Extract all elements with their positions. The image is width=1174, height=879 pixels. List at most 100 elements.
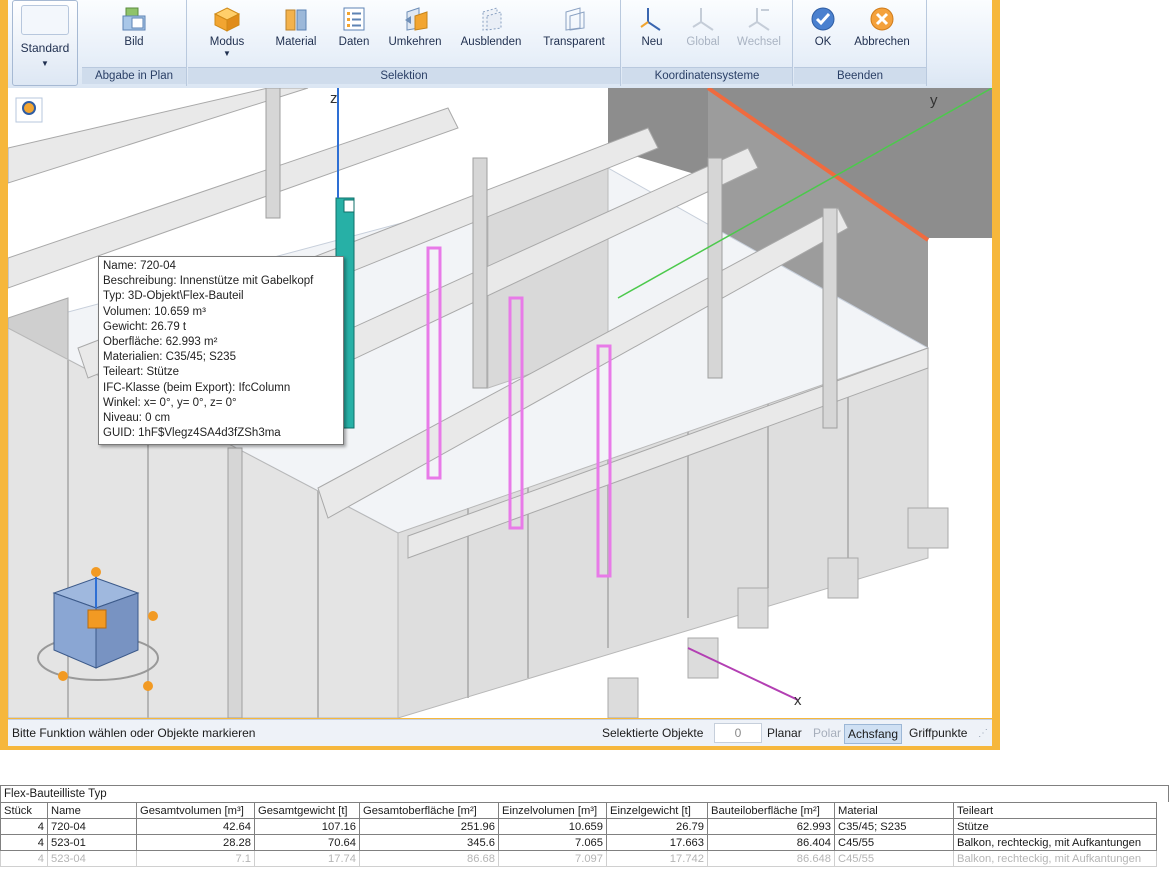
- invert-icon: [405, 7, 428, 31]
- table-row[interactable]: 4 720-04 42.64 107.16 251.96 10.659 26.7…: [0, 818, 1157, 835]
- column-header[interactable]: Gesamtvolumen [m³]: [136, 802, 255, 819]
- wechsel-label: Wechsel: [737, 36, 781, 48]
- cell: 523-04: [47, 850, 137, 867]
- switch-axis-icon: [748, 8, 770, 31]
- table-header-row: Stück Name Gesamtvolumen [m³] Gesamtgewi…: [0, 802, 1157, 819]
- toggle-griffpunkte[interactable]: Griffpunkte: [906, 724, 970, 742]
- tooltip-line: Volumen: 10.659 m³: [103, 305, 206, 318]
- column-header[interactable]: Teileart: [953, 802, 1157, 819]
- cell: 17.742: [606, 850, 708, 867]
- 3d-viewport[interactable]: z y x Name: 720-04 Beschreibung: Innenst…: [8, 88, 992, 718]
- global-axis-icon: [692, 8, 714, 31]
- selected-objects-count: 0: [714, 723, 762, 743]
- global-button[interactable]: Global: [678, 6, 728, 48]
- cell: 523-01: [47, 834, 137, 851]
- flex-bauteilliste: Flex-Bauteilliste Typ Stück Name Gesamtv…: [0, 785, 1170, 879]
- transparent-button[interactable]: Transparent: [538, 6, 610, 48]
- cell: 70.64: [254, 834, 360, 851]
- abbrechen-label: Abbrechen: [854, 36, 910, 48]
- group-label: Beenden: [794, 67, 926, 84]
- image-icon: [122, 7, 146, 31]
- transparent-label: Transparent: [543, 36, 605, 48]
- neu-label: Neu: [641, 36, 663, 48]
- tooltip-line: Oberfläche: 62.993 m²: [103, 336, 218, 349]
- column-header[interactable]: Einzelgewicht [t]: [606, 802, 708, 819]
- cell: 86.404: [707, 834, 835, 851]
- status-prompt: Bitte Funktion wählen oder Objekte marki…: [12, 726, 256, 740]
- cell: 7.097: [498, 850, 607, 867]
- cell: C35/45; S235: [834, 818, 954, 835]
- tooltip-line: Winkel: x= 0°, y= 0°, z= 0°: [103, 396, 237, 409]
- toggle-polar[interactable]: Polar: [810, 724, 844, 742]
- table-row[interactable]: 4 523-01 28.28 70.64 345.6 7.065 17.663 …: [0, 834, 1157, 851]
- bild-button[interactable]: Bild: [112, 6, 156, 48]
- group-abgabe-in-plan: Bild Abgabe in Plan: [82, 0, 187, 86]
- group-label: Selektion: [188, 67, 620, 84]
- cell: 7.065: [498, 834, 607, 851]
- cell: 4: [0, 834, 48, 851]
- ausblenden-button[interactable]: Ausblenden: [456, 6, 526, 48]
- modus-label: Modus: [209, 36, 245, 48]
- tooltip-line: Niveau: 0 cm: [103, 412, 171, 425]
- chevron-down-icon: ▼: [41, 59, 49, 68]
- column-header[interactable]: Bauteiloberfläche [m²]: [707, 802, 835, 819]
- ok-label: OK: [814, 36, 832, 48]
- ok-button[interactable]: OK: [808, 6, 838, 48]
- ok-check-icon: [811, 7, 835, 31]
- tooltip-line: IFC-Klasse (beim Export): IfcColumn: [103, 381, 291, 394]
- column-header[interactable]: Einzelvolumen [m³]: [498, 802, 607, 819]
- chevron-down-icon: ▼: [223, 49, 231, 58]
- column-header[interactable]: Gesamtgewicht [t]: [254, 802, 360, 819]
- hide-icon: [482, 7, 502, 31]
- cell: Stütze: [953, 818, 1157, 835]
- cell: 17.74: [254, 850, 360, 867]
- cell: 7.1: [136, 850, 255, 867]
- group-label: Koordinatensysteme: [622, 67, 792, 84]
- column-header[interactable]: Stück: [0, 802, 48, 819]
- resize-grip-icon[interactable]: ⋰: [978, 728, 988, 739]
- ausblenden-label: Ausblenden: [460, 36, 522, 48]
- daten-button[interactable]: Daten: [334, 6, 374, 48]
- modus-button[interactable]: Modus ▼: [204, 6, 250, 58]
- table-row[interactable]: 4 523-04 7.1 17.74 86.68 7.097 17.742 86…: [0, 850, 1157, 867]
- cell: Balkon, rechteckig, mit Aufkantungen: [953, 850, 1157, 867]
- cell: 86.648: [707, 850, 835, 867]
- selected-objects-label: Selektierte Objekte: [602, 726, 704, 740]
- abbrechen-button[interactable]: Abbrechen: [850, 6, 914, 48]
- column-header[interactable]: Name: [47, 802, 137, 819]
- tooltip-line: Teileart: Stütze: [103, 366, 180, 379]
- new-axis-icon: [640, 8, 661, 31]
- cell: C45/55: [834, 850, 954, 867]
- daten-label: Daten: [338, 36, 370, 48]
- column-header[interactable]: Gesamtoberfläche [m²]: [359, 802, 499, 819]
- toggle-planar[interactable]: Planar: [764, 724, 805, 742]
- tooltip-line: Name: 720-04: [103, 260, 176, 272]
- toggle-achsfang[interactable]: Achsfang: [844, 724, 903, 744]
- neu-button[interactable]: Neu: [632, 6, 672, 48]
- column-header[interactable]: Material: [834, 802, 954, 819]
- group-beenden: OK Abbrechen Beenden: [794, 0, 927, 86]
- wechsel-button[interactable]: Wechsel: [732, 6, 786, 48]
- cell: 107.16: [254, 818, 360, 835]
- tooltip-line: GUID: 1hF$Vlegz4SA4d3fZSh3ma: [103, 427, 281, 440]
- cell: 4: [0, 850, 48, 867]
- umkehren-button[interactable]: Umkehren: [384, 6, 446, 48]
- material-button[interactable]: Material: [270, 6, 322, 48]
- standard-view-icon: [21, 5, 69, 35]
- material-icon: [285, 9, 307, 31]
- cell: 720-04: [47, 818, 137, 835]
- cell: 345.6: [359, 834, 499, 851]
- cube-mode-icon: [213, 7, 241, 32]
- global-label: Global: [686, 36, 720, 48]
- standard-button[interactable]: Standard ▼: [12, 0, 78, 86]
- group-selektion: Modus ▼ Material Daten Umkehren Ausblend…: [188, 0, 621, 86]
- group-koordinatensysteme: Neu Global Wechsel Koordinatensysteme: [622, 0, 793, 86]
- axis-y-label: y: [930, 92, 938, 109]
- axis-z-label: z: [330, 90, 338, 107]
- cell: 4: [0, 818, 48, 835]
- cell: 10.659: [498, 818, 607, 835]
- cell: 86.68: [359, 850, 499, 867]
- standard-label: Standard: [20, 41, 70, 55]
- cell: 26.79: [606, 818, 708, 835]
- status-bar: Bitte Funktion wählen oder Objekte marki…: [8, 719, 992, 746]
